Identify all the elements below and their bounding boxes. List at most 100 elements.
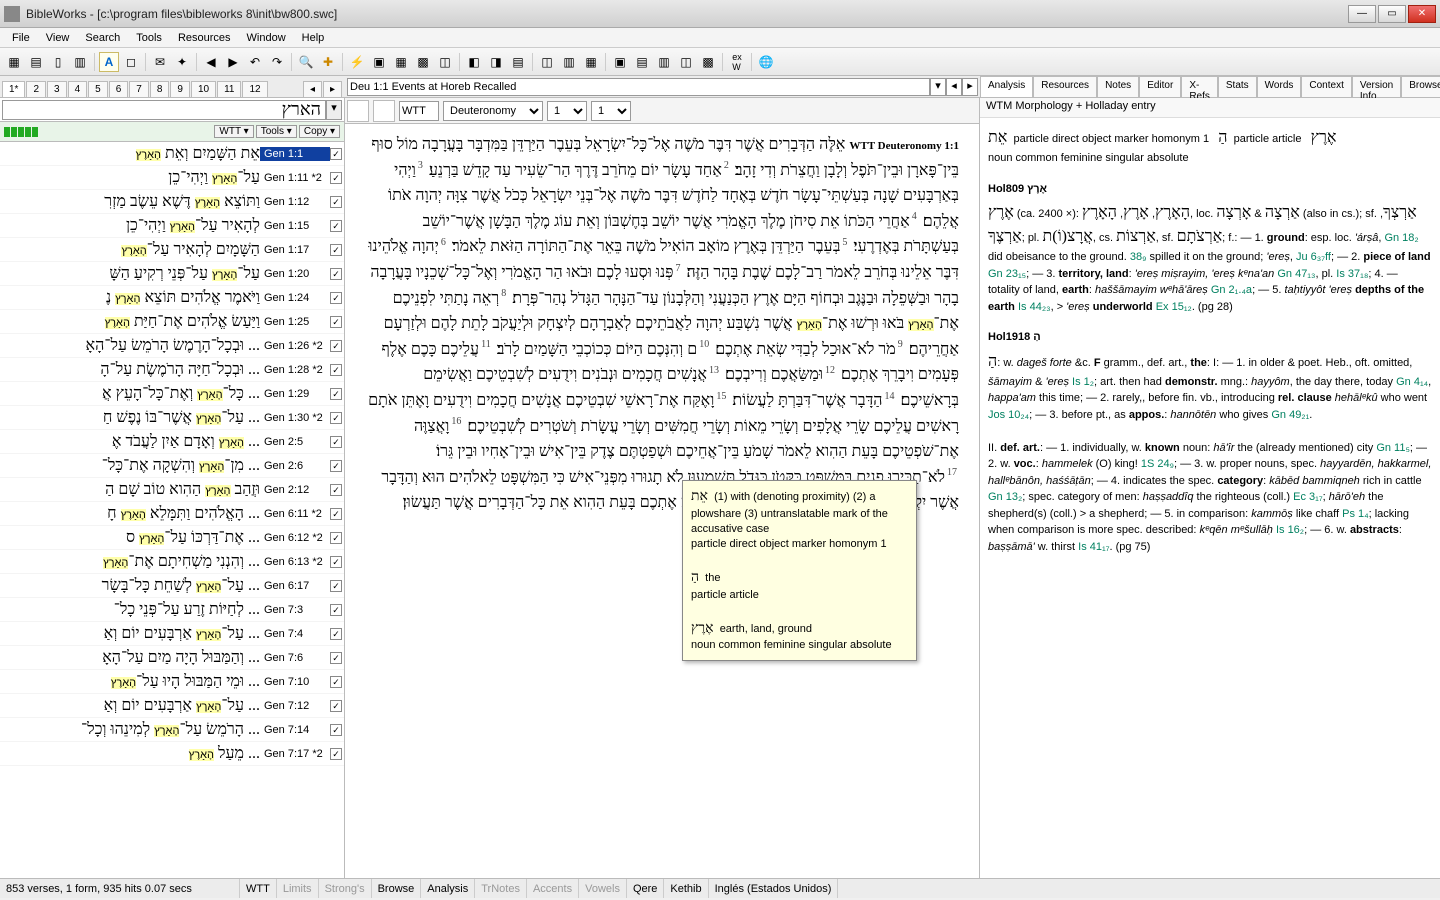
result-checkbox[interactable]: ✓ (330, 436, 342, 448)
center-btn2[interactable] (373, 100, 395, 122)
menu-help[interactable]: Help (294, 30, 333, 46)
result-row[interactable]: ... מִן־הָאָרֶץ וְהִשְׁקָה אֶת־כָּל־Gen … (0, 454, 344, 478)
pane3-icon[interactable]: ▤ (508, 52, 528, 72)
menu-view[interactable]: View (38, 30, 78, 46)
location-dd[interactable]: ▾ (930, 78, 946, 96)
result-row[interactable]: ... הָרֹמֵשׂ עַל־הָאָרֶץ לְמִינֵהוּ וְכָ… (0, 718, 344, 742)
copy-dd[interactable]: Copy ▾ (299, 125, 340, 138)
status-cell[interactable]: TrNotes (475, 879, 527, 898)
anal-tab-version-info[interactable]: Version Info (1352, 76, 1401, 97)
tab-3[interactable]: 3 (47, 81, 67, 97)
maximize-button[interactable]: ▭ (1378, 5, 1406, 23)
col3-icon[interactable]: ▦ (581, 52, 601, 72)
tools-dd[interactable]: Tools ▾ (256, 125, 297, 138)
result-row[interactable]: ... לְחַיּוֹת זֶרַע עַל־פְּנֵי כָל־Gen 7… (0, 598, 344, 622)
book-select[interactable]: Deuteronomy (443, 101, 543, 121)
close-button[interactable]: ✕ (1408, 5, 1436, 23)
tab-8[interactable]: 8 (150, 81, 170, 97)
square-icon[interactable]: ◻ (121, 52, 141, 72)
anal-tab-context[interactable]: Context (1301, 76, 1351, 97)
result-checkbox[interactable]: ✓ (330, 484, 342, 496)
center-btn1[interactable] (347, 100, 369, 122)
pane1-icon[interactable]: ◧ (464, 52, 484, 72)
result-row[interactable]: ... וְהִנְנִי מַשְׁחִיתָם אֶת־הָאָרֶץGen… (0, 550, 344, 574)
result-row[interactable]: וַיַּעַשׂ אֱלֹהִים אֶת־חַיַּת הָאָרֶץGen… (0, 310, 344, 334)
result-checkbox[interactable]: ✓ (330, 628, 342, 640)
anal-tab-browse[interactable]: Browse (1401, 76, 1440, 97)
tool3-icon[interactable]: ▩ (413, 52, 433, 72)
result-row[interactable]: ... כָּל־הָאָרֶץ וְאֶת־כָּל־הָעֵץ אֲGen … (0, 382, 344, 406)
result-row[interactable]: אֵת הַשָּׁמַיִם וְאֵת הָאָרֶץGen 1:1✓ (0, 142, 344, 166)
status-cell[interactable]: Browse (372, 879, 422, 898)
result-checkbox[interactable]: ✓ (330, 556, 342, 568)
result-row[interactable]: עַל־הָאָרֶץ וַיְהִי־כֵןGen 1:11 *2✓ (0, 166, 344, 190)
result-checkbox[interactable]: ✓ (330, 676, 342, 688)
minimize-button[interactable]: — (1348, 5, 1376, 23)
globe-icon[interactable]: 🌐 (756, 52, 776, 72)
version-select[interactable] (399, 101, 439, 121)
tool2-icon[interactable]: ▦ (391, 52, 411, 72)
grid-icon[interactable]: ▦ (4, 52, 24, 72)
anal-tab-stats[interactable]: Stats (1218, 76, 1257, 97)
result-row[interactable]: ... עַל־הָאָרֶץ לְשַׁחֵת כָּל־בָּשָׂרGen… (0, 574, 344, 598)
result-checkbox[interactable]: ✓ (330, 340, 342, 352)
result-checkbox[interactable]: ✓ (330, 700, 342, 712)
tab-10[interactable]: 10 (191, 81, 216, 97)
result-checkbox[interactable]: ✓ (330, 724, 342, 736)
anal-tab-x-refs[interactable]: X-Refs (1181, 76, 1218, 97)
ex3-icon[interactable]: ▥ (654, 52, 674, 72)
menu-resources[interactable]: Resources (170, 30, 239, 46)
result-checkbox[interactable]: ✓ (330, 388, 342, 400)
status-cell[interactable]: Inglés (Estados Unidos) (709, 879, 839, 898)
anal-tab-analysis[interactable]: Analysis (980, 76, 1033, 97)
result-row[interactable]: ... מֵעַל הָאָרֶץGen 7:17 *2✓ (0, 742, 344, 766)
tab-12[interactable]: 12 (242, 81, 267, 97)
result-row[interactable]: ... וּבְכָל־חַיָּה הָרֹמֶשֶׂת עַל־הָGen … (0, 358, 344, 382)
result-checkbox[interactable]: ✓ (330, 412, 342, 424)
col1-icon[interactable]: ◫ (537, 52, 557, 72)
tab-9[interactable]: 9 (170, 81, 190, 97)
search-dd[interactable]: ▾ (326, 100, 342, 120)
status-cell[interactable]: Kethib (664, 879, 708, 898)
tab-4[interactable]: 4 (68, 81, 88, 97)
status-cell[interactable]: Analysis (421, 879, 475, 898)
anal-tab-resources[interactable]: Resources (1033, 76, 1097, 97)
result-checkbox[interactable]: ✓ (330, 220, 342, 232)
menu-tools[interactable]: Tools (128, 30, 170, 46)
tool4-icon[interactable]: ◫ (435, 52, 455, 72)
result-row[interactable]: וַיֹּאמֶר אֱלֹהִים תּוֹצֵא הָאָרֶץ נֶGen… (0, 286, 344, 310)
status-cell[interactable]: Strong's (319, 879, 372, 898)
result-row[interactable]: הַשָּׁמָיִם לְהָאִיר עַל־הָאָרֶץGen 1:17… (0, 238, 344, 262)
page-icon[interactable]: ▯ (48, 52, 68, 72)
menu-file[interactable]: File (4, 30, 38, 46)
exw-icon[interactable]: exW (727, 52, 747, 72)
tab-1[interactable]: 1* (2, 81, 25, 97)
status-cell[interactable]: Limits (277, 879, 319, 898)
redo-icon[interactable]: ↷ (267, 52, 287, 72)
tab-2[interactable]: 2 (26, 81, 46, 97)
ex2-icon[interactable]: ▤ (632, 52, 652, 72)
tool1-icon[interactable]: ▣ (369, 52, 389, 72)
results-list[interactable]: אֵת הַשָּׁמַיִם וְאֵת הָאָרֶץGen 1:1✓עַל… (0, 142, 344, 878)
result-checkbox[interactable]: ✓ (330, 364, 342, 376)
location-input[interactable] (347, 78, 930, 96)
tab-nav[interactable]: ◂ (303, 81, 322, 97)
wand-icon[interactable]: ⚡ (347, 52, 367, 72)
result-row[interactable]: וּזֲהַב הָאָרֶץ הַהִוא טוֹב שָׁם הַGen 2… (0, 478, 344, 502)
col2-icon[interactable]: ▥ (559, 52, 579, 72)
result-row[interactable]: וַתּוֹצֵא הָאָרֶץ דֶּשֶׁא עֵשֶׂב מַזְרִG… (0, 190, 344, 214)
ex5-icon[interactable]: ▩ (698, 52, 718, 72)
result-row[interactable]: ... עַל־הָאָרֶץ אֲשֶׁר־בּוֹ נֶפֶשׁ חַGen… (0, 406, 344, 430)
result-checkbox[interactable]: ✓ (330, 604, 342, 616)
tab-11[interactable]: 11 (217, 81, 241, 97)
result-checkbox[interactable]: ✓ (330, 268, 342, 280)
version-dd[interactable]: WTT ▾ (214, 125, 253, 138)
tab-nav[interactable]: ▸ (323, 81, 342, 97)
status-cell[interactable]: Qere (627, 879, 664, 898)
zoom-icon[interactable]: 🔍 (296, 52, 316, 72)
result-row[interactable]: ... וְהַמַּבּוּל הָיָה מַיִם עַל־הָאָGen… (0, 646, 344, 670)
anal-tab-editor[interactable]: Editor (1139, 76, 1181, 97)
result-checkbox[interactable]: ✓ (330, 748, 342, 760)
anal-tab-words[interactable]: Words (1257, 76, 1302, 97)
letter-icon[interactable]: ✉ (150, 52, 170, 72)
